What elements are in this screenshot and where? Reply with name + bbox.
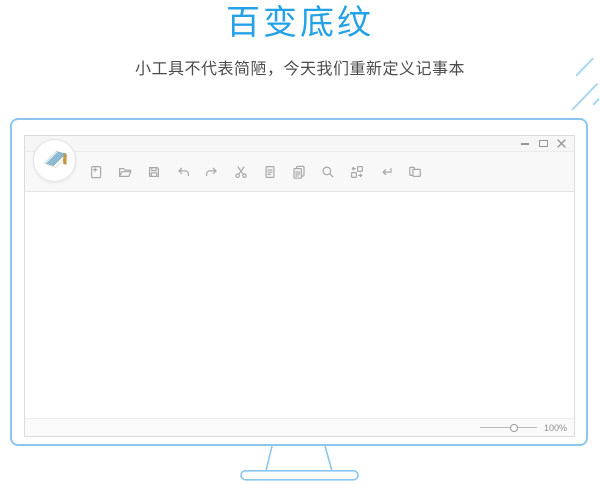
close-icon bbox=[556, 139, 566, 148]
editor-area[interactable] bbox=[25, 192, 574, 418]
cut-icon[interactable] bbox=[232, 163, 249, 180]
maximize-button[interactable] bbox=[538, 139, 548, 149]
minimize-icon bbox=[521, 142, 529, 145]
zoom-level-label: 100% bbox=[543, 422, 567, 433]
open-folder-icon[interactable] bbox=[116, 163, 133, 180]
maximize-icon bbox=[538, 140, 548, 147]
app-window: 100% bbox=[24, 135, 575, 437]
zoom-slider-track[interactable] bbox=[479, 427, 537, 428]
window-titlebar bbox=[25, 136, 574, 152]
statusbar: 100% bbox=[25, 418, 574, 436]
monitor-stand bbox=[240, 445, 359, 481]
new-file-icon[interactable] bbox=[87, 163, 104, 180]
undo-icon[interactable] bbox=[174, 163, 191, 180]
page-subtitle: 小工具不代表简陋，今天我们重新定义记事本 bbox=[134, 61, 465, 78]
minimize-button[interactable] bbox=[520, 139, 530, 149]
close-button[interactable] bbox=[556, 139, 566, 149]
copy-icon[interactable] bbox=[290, 163, 307, 180]
replace-icon[interactable] bbox=[348, 163, 365, 180]
decor-diagonal-line bbox=[571, 82, 599, 111]
page-title: 百变底纹 bbox=[226, 4, 374, 42]
layers-icon[interactable] bbox=[406, 163, 423, 180]
toolbar bbox=[25, 152, 574, 192]
notepad-logo-icon bbox=[43, 150, 68, 168]
zoom-slider-knob[interactable] bbox=[509, 423, 518, 432]
decor-diagonal-line bbox=[592, 97, 600, 106]
search-icon[interactable] bbox=[319, 163, 336, 180]
app-logo bbox=[33, 139, 76, 182]
redo-icon[interactable] bbox=[203, 163, 220, 180]
zoom-slider[interactable] bbox=[479, 423, 537, 432]
save-icon[interactable] bbox=[145, 163, 162, 180]
word-wrap-icon[interactable] bbox=[377, 163, 394, 180]
document-icon[interactable] bbox=[261, 163, 278, 180]
